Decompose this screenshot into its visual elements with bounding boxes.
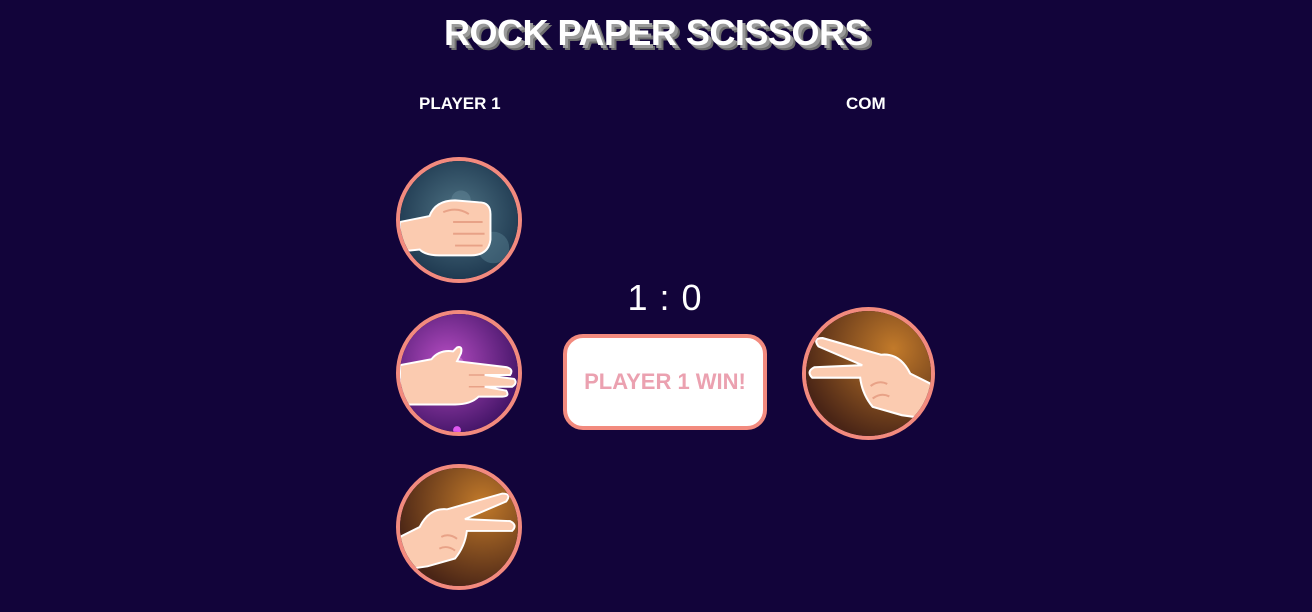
scissors-icon bbox=[400, 468, 518, 586]
rock-button[interactable] bbox=[396, 157, 522, 283]
paper-button[interactable] bbox=[396, 310, 522, 436]
game-title: ROCK PAPER SCISSORS bbox=[444, 12, 868, 53]
player-label: PLAYER 1 bbox=[419, 94, 501, 113]
com-label: COM bbox=[846, 94, 886, 113]
result-box: PLAYER 1 WIN! bbox=[563, 334, 767, 430]
paper-icon bbox=[400, 314, 518, 432]
scissors-button[interactable] bbox=[396, 464, 522, 590]
result-text: PLAYER 1 WIN! bbox=[584, 369, 746, 394]
score-display: 1 : 0 bbox=[627, 277, 703, 318]
scissors-icon bbox=[806, 311, 931, 436]
rock-icon bbox=[400, 161, 518, 279]
com-choice-scissors bbox=[802, 307, 935, 440]
